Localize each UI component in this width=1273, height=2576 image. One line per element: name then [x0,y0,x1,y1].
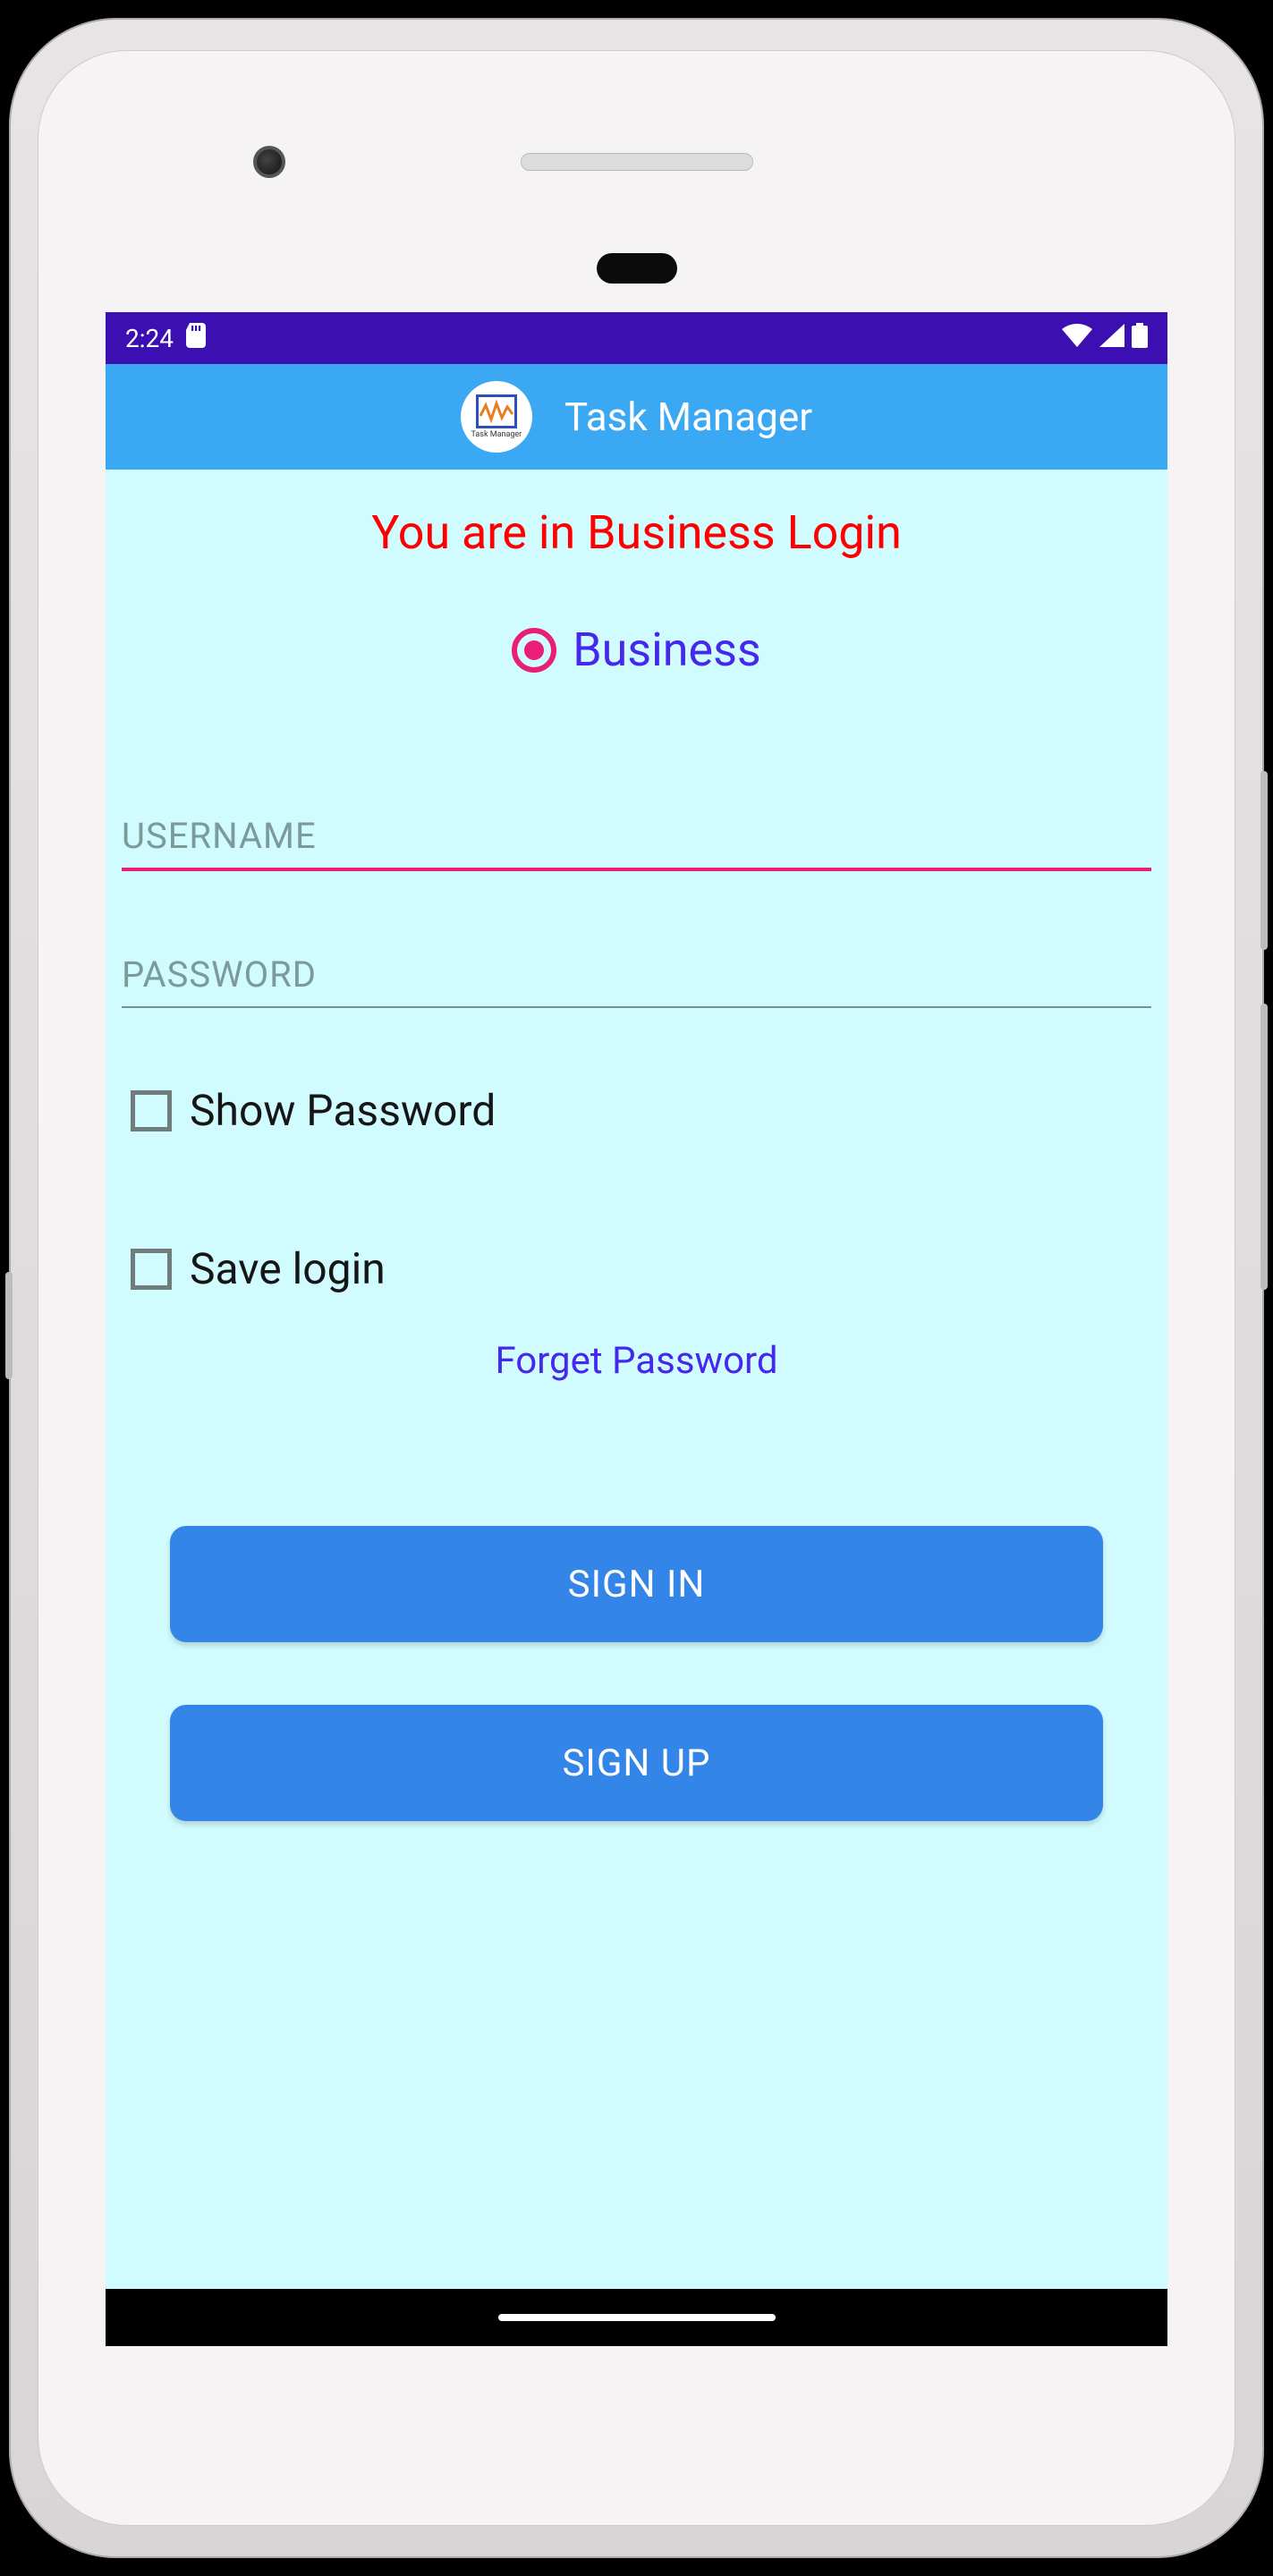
login-type-radio[interactable]: Business [106,623,1167,677]
phone-frame: 2:24 [0,0,1273,2576]
sd-card-icon [186,323,206,354]
phone-body: 2:24 [9,18,1264,2558]
cellular-icon [1099,324,1124,353]
camera-icon [253,146,285,178]
save-login-row[interactable]: Save login [106,1243,1167,1294]
side-button [1260,771,1268,950]
signin-button[interactable]: SIGN IN [170,1526,1103,1642]
wifi-icon [1062,324,1092,353]
status-right [1062,323,1148,354]
forget-password-link[interactable]: Forget Password [106,1339,1167,1383]
screen: 2:24 [106,312,1167,2346]
show-password-row[interactable]: Show Password [106,1085,1167,1136]
sensor-icon [597,253,677,284]
page-heading: You are in Business Login [106,505,1167,560]
battery-icon [1132,323,1148,354]
radio-selected-icon[interactable] [512,628,556,673]
checkbox-icon[interactable] [131,1249,172,1290]
phone-bezel: 2:24 [38,50,1235,2526]
logo-caption: Task Manager [471,430,522,439]
status-left: 2:24 [125,323,206,354]
app-logo: Task Manager [461,381,532,453]
password-input[interactable] [122,941,1151,1008]
signup-button[interactable]: SIGN UP [170,1705,1103,1821]
side-button [1260,1004,1268,1290]
show-password-label: Show Password [190,1085,496,1136]
speaker-icon [521,153,753,171]
clock: 2:24 [125,324,174,353]
android-nav-bar [106,2289,1167,2346]
password-field-wrap [106,871,1167,1008]
signup-row: SIGN UP [106,1642,1167,1821]
logo-chart-icon [476,394,517,428]
content-area: You are in Business Login Business [106,470,1167,2289]
app-bar: Task Manager Task Manager [106,364,1167,470]
app-title: Task Manager [564,394,812,440]
checkbox-icon[interactable] [131,1090,172,1131]
save-login-label: Save login [190,1243,386,1294]
username-field-wrap [106,677,1167,871]
radio-label: Business [573,623,761,677]
username-input[interactable] [122,802,1151,871]
nav-handle-icon[interactable] [498,2314,776,2321]
side-button [5,1272,13,1379]
radio-dot-icon [524,640,544,660]
signin-row: SIGN IN [106,1383,1167,1642]
status-bar: 2:24 [106,312,1167,364]
